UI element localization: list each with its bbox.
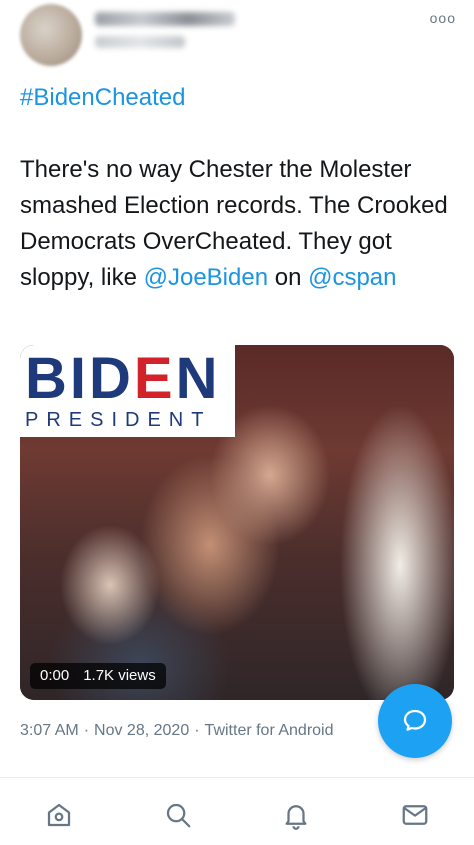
nav-notifications[interactable] (276, 795, 316, 835)
logo-president-text: PRESIDENT (25, 409, 212, 431)
display-name-blurred[interactable] (95, 12, 235, 26)
biden-logo: BIDEN PRESIDENT (20, 345, 235, 437)
tweet-text-part2: on (268, 264, 309, 291)
nav-messages[interactable] (395, 795, 435, 835)
video-time: 0:00 (40, 667, 70, 684)
video-views: 1.7K views (83, 667, 156, 684)
mention-cspan[interactable]: @cspan (308, 264, 396, 291)
messages-icon (402, 805, 428, 825)
nav-search[interactable] (158, 795, 198, 835)
more-options-icon[interactable]: ooo (430, 10, 456, 26)
video-player[interactable]: BIDEN PRESIDENT 0:00 1.7K views (20, 345, 454, 700)
compose-reply-button[interactable] (378, 684, 452, 758)
tweet-header: ooo (0, 0, 474, 70)
avatar[interactable] (20, 4, 82, 66)
notifications-icon (285, 805, 307, 830)
handle-blurred (95, 36, 185, 48)
tweet-meta: 3:07 AM · Nov 28, 2020 · Twitter for Android (20, 722, 334, 739)
mention-joebiden[interactable]: @JoeBiden (144, 264, 268, 291)
tweet-date: Nov 28, 2020 (94, 722, 190, 739)
home-icon (48, 803, 71, 827)
video-info-pill: 0:00 1.7K views (30, 663, 166, 689)
nav-home[interactable] (39, 795, 79, 835)
bottom-nav (0, 790, 474, 840)
divider (0, 777, 474, 778)
tweet-time: 3:07 AM (20, 722, 79, 739)
search-icon (166, 803, 191, 828)
hashtag-link[interactable]: #BidenCheated (20, 84, 185, 112)
tweet-source[interactable]: Twitter for Android (205, 722, 334, 739)
logo-biden-text: BIDEN (25, 346, 221, 411)
reply-bubble-icon (403, 709, 427, 731)
tweet-text: There's no way Chester the Molester smas… (20, 152, 460, 296)
